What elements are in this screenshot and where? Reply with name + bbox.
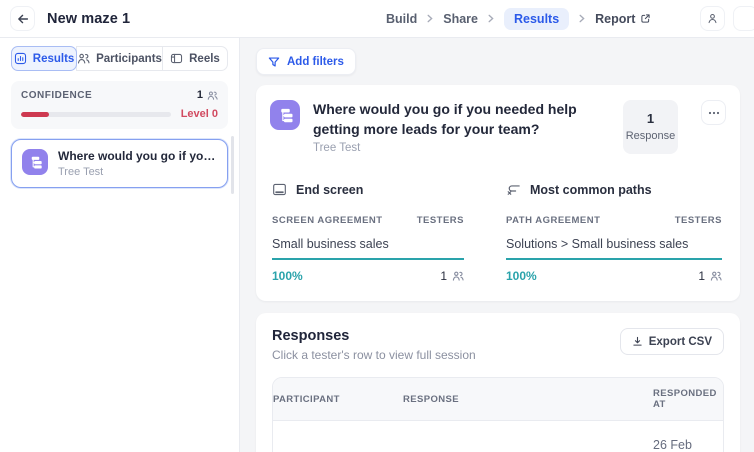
- arrow-left-icon: [16, 12, 30, 26]
- cropped-action-button[interactable]: [733, 6, 754, 31]
- question-title: Where would you go if you needed help ge…: [313, 100, 610, 139]
- common-paths-testers: 1: [698, 269, 722, 283]
- testers-icon: [710, 270, 722, 282]
- sidebar-block-text: Where would you go if you needed help ge…: [58, 149, 220, 178]
- agreement-bar: [506, 258, 722, 260]
- export-csv-label: Export CSV: [649, 336, 712, 348]
- breadcrumb-report[interactable]: Report: [595, 12, 651, 26]
- end-screen-testers: 1: [440, 269, 464, 283]
- common-paths-testers-count: 1: [698, 269, 705, 283]
- film-icon: [170, 52, 183, 65]
- testers-icon: [452, 270, 464, 282]
- sidebar-block-tree-test[interactable]: Where would you go if you needed help ge…: [11, 139, 228, 188]
- people-icon: [77, 52, 90, 65]
- sidebar-block-type: Tree Test: [58, 166, 220, 178]
- more-options-button[interactable]: [701, 100, 726, 125]
- participant-button[interactable]: [700, 6, 725, 31]
- common-paths-section: Most common paths PATH AGREEMENT TESTERS…: [506, 182, 722, 283]
- testers-header: TESTERS: [675, 215, 722, 226]
- back-button[interactable]: [10, 6, 35, 31]
- testers-header: TESTERS: [417, 215, 464, 226]
- participant-id-link[interactable]: 351007375: [273, 435, 403, 452]
- end-screen-testers-count: 1: [440, 269, 447, 283]
- response-count-label: Response: [623, 130, 678, 142]
- main-panel: Add filters Where would you go if you ne…: [240, 38, 754, 452]
- response-count: 1: [623, 111, 678, 126]
- testers-icon: [207, 90, 218, 101]
- add-filters-button[interactable]: Add filters: [256, 48, 356, 75]
- table-row[interactable]: 351007375 Solutions > Small business sal…: [273, 420, 723, 452]
- sidebar-scrollbar[interactable]: [231, 136, 234, 194]
- top-header: New maze 1 Build Share Results Report: [0, 0, 754, 38]
- breadcrumb-results[interactable]: Results: [504, 8, 569, 30]
- participant-column-header: PARTICIPANT: [273, 384, 403, 415]
- tab-results[interactable]: Results: [11, 46, 77, 71]
- add-filters-label: Add filters: [287, 56, 344, 68]
- screen-agreement-header: SCREEN AGREEMENT: [272, 215, 383, 226]
- responses-table: PARTICIPANT RESPONSE RESPONDED AT 351007…: [272, 377, 724, 452]
- responded-at-column-header: RESPONDED AT: [653, 378, 723, 420]
- confidence-bar: [21, 112, 171, 117]
- tree-test-icon: [22, 149, 48, 175]
- tab-reels[interactable]: Reels: [162, 46, 228, 71]
- header-actions: [700, 6, 742, 31]
- chart-square-icon: [14, 52, 27, 65]
- sidebar-block-title: Where would you go if you needed help ge…: [58, 149, 220, 163]
- sidebar-tabs: Results Participants Reels: [11, 46, 228, 71]
- person-icon: [706, 12, 719, 25]
- breadcrumb-report-label: Report: [595, 12, 635, 26]
- chevron-right-icon: [426, 14, 434, 23]
- confidence-bar-fill: [21, 112, 49, 117]
- confidence-testers: 1: [197, 89, 218, 101]
- responses-heading: Responses Click a tester's row to view f…: [272, 328, 476, 362]
- response-value: Solutions > Small business sales: [403, 435, 653, 452]
- breadcrumb: Build Share Results Report: [386, 8, 651, 30]
- end-screen-title: End screen: [296, 183, 363, 197]
- agreement-bar-fill: [272, 258, 464, 260]
- confidence-level: Level 0: [181, 108, 218, 120]
- confidence-panel: CONFIDENCE 1 Level 0: [11, 81, 228, 129]
- tab-participants-label: Participants: [96, 53, 162, 65]
- end-screen-section: End screen SCREEN AGREEMENT TESTERS Smal…: [272, 182, 464, 283]
- tab-results-label: Results: [33, 53, 75, 65]
- funnel-icon: [268, 56, 280, 68]
- header-left: New maze 1: [10, 6, 130, 31]
- chevron-right-icon: [487, 14, 495, 23]
- question-result-card: Where would you go if you needed help ge…: [256, 85, 740, 301]
- response-column-header: RESPONSE: [403, 384, 653, 415]
- breadcrumb-share[interactable]: Share: [443, 12, 478, 26]
- browser-window-icon: [272, 182, 287, 197]
- tab-participants[interactable]: Participants: [76, 46, 163, 71]
- download-icon: [632, 336, 643, 347]
- tab-reels-label: Reels: [189, 53, 220, 65]
- confidence-testers-count: 1: [197, 89, 203, 101]
- responded-at-value: 26 Feb 2025, 01:36 pm: [653, 421, 723, 452]
- question-heading: Where would you go if you needed help ge…: [313, 100, 610, 154]
- path-agreement-header: PATH AGREEMENT: [506, 215, 600, 226]
- end-screen-value: Small business sales: [272, 237, 464, 258]
- responses-title: Responses: [272, 328, 476, 344]
- maze-title: New maze 1: [47, 11, 130, 27]
- external-link-icon: [640, 13, 651, 24]
- breadcrumb-build[interactable]: Build: [386, 12, 417, 26]
- route-x-icon: [506, 182, 521, 197]
- content-area: Results Participants Reels CONFIDENCE 1: [0, 38, 754, 452]
- response-count-box: 1 Response: [623, 100, 678, 154]
- end-screen-percent: 100%: [272, 269, 303, 283]
- responses-table-header: PARTICIPANT RESPONSE RESPONDED AT: [273, 378, 723, 420]
- responses-subtitle: Click a tester's row to view full sessio…: [272, 348, 476, 362]
- confidence-label: CONFIDENCE: [21, 90, 92, 101]
- sidebar: Results Participants Reels CONFIDENCE 1: [0, 38, 240, 452]
- responses-card: Responses Click a tester's row to view f…: [256, 313, 740, 452]
- question-type: Tree Test: [313, 142, 610, 154]
- common-paths-title: Most common paths: [530, 183, 652, 197]
- agreement-bar-fill: [506, 258, 722, 260]
- export-csv-button[interactable]: Export CSV: [620, 328, 724, 355]
- chevron-right-icon: [578, 14, 586, 23]
- common-paths-percent: 100%: [506, 269, 537, 283]
- tree-test-icon: [270, 100, 300, 130]
- common-path-value: Solutions > Small business sales: [506, 237, 722, 258]
- agreement-bar: [272, 258, 464, 260]
- ellipsis-icon: [708, 111, 720, 115]
